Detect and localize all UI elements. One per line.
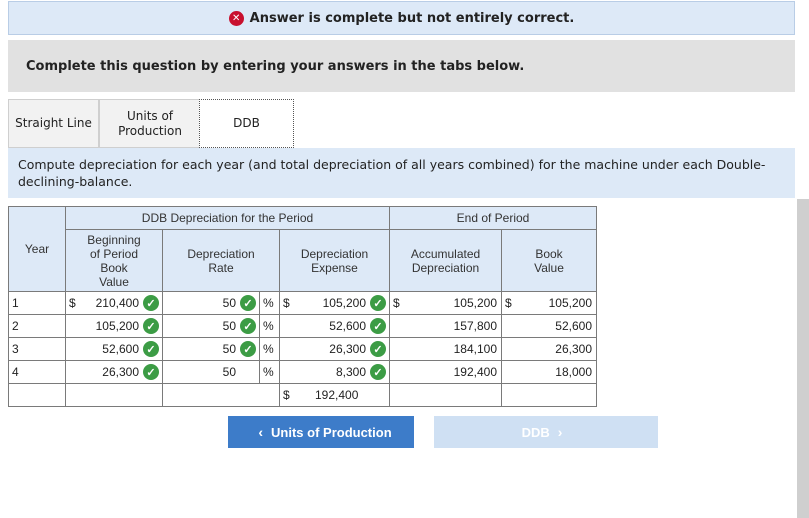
- correct-check-icon: ✓: [143, 318, 159, 334]
- accumulated-cell: 157,800: [389, 314, 502, 338]
- correct-check-icon: ✓: [370, 295, 386, 311]
- header-year: Year: [8, 206, 66, 292]
- tab-ddb[interactable]: DDB: [199, 99, 294, 148]
- tab-units-of-production-label: Units of Production: [118, 108, 182, 138]
- instruction-bar: Complete this question by entering your …: [8, 40, 795, 92]
- prev-tab-label: Units of Production: [271, 424, 392, 440]
- total-blank: [389, 383, 502, 407]
- total-row: $192,400: [8, 383, 597, 407]
- total-expense-input[interactable]: $192,400: [279, 383, 390, 407]
- header-depreciation-rate: Depreciation Rate: [162, 229, 280, 292]
- year-cell: 4: [8, 360, 66, 384]
- table-row: 1 $210,400 ✓ 50 ✓% $105,200 ✓ $105,200 $105…: [8, 291, 597, 315]
- header-book-value: Book Value: [501, 229, 597, 292]
- beginning-input[interactable]: 52,600 ✓: [65, 337, 163, 361]
- book-value-cell: 26,300: [501, 337, 597, 361]
- tab-units-of-production[interactable]: Units of Production: [99, 99, 201, 148]
- expense-input[interactable]: 52,600 ✓: [279, 314, 390, 338]
- total-blank: [501, 383, 597, 407]
- accumulated-cell: 184,100: [389, 337, 502, 361]
- header-beginning-book-value: Beginning of Period Book Value: [65, 229, 163, 292]
- question-prompt-text: Compute depreciation for each year (and …: [18, 157, 766, 189]
- rate-input[interactable]: 50✓%: [162, 337, 280, 361]
- table-row: 4 26,300✓ 50✓% 8,300✓ 192,400 18,000: [8, 360, 597, 384]
- beginning-input[interactable]: 105,200 ✓: [65, 314, 163, 338]
- next-tab-button[interactable]: DDB ›: [434, 416, 658, 448]
- table-row: 3 52,600 ✓ 50 ✓% 26,300 ✓ 184,100 26,300: [8, 337, 597, 361]
- header-end-of-period: End of Period: [389, 206, 597, 230]
- expense-input[interactable]: $105,200 ✓: [279, 291, 390, 315]
- year-cell: 3: [8, 337, 66, 361]
- result-banner: ✕ Answer is complete but not entirely co…: [8, 1, 795, 35]
- correct-check-icon: ✓: [370, 318, 386, 334]
- tab-straight-line-label: Straight Line: [15, 116, 92, 130]
- total-blank: [8, 383, 66, 407]
- next-tab-label: DDB: [521, 424, 550, 440]
- rate-input[interactable]: 50✓%: [162, 360, 280, 384]
- book-value-cell: 18,000: [501, 360, 597, 384]
- correct-check-icon: ✓: [143, 295, 159, 311]
- chevron-right-icon: ›: [557, 424, 563, 440]
- instruction-text: Complete this question by entering your …: [26, 58, 525, 74]
- result-banner-text: Answer is complete but not entirely corr…: [249, 10, 575, 26]
- header-depreciation-expense: Depreciation Expense: [279, 229, 390, 292]
- header-accumulated-depreciation: Accumulated Depreciation: [389, 229, 502, 292]
- expense-input[interactable]: 26,300 ✓: [279, 337, 390, 361]
- accumulated-cell: 192,400: [389, 360, 502, 384]
- year-cell: 1: [8, 291, 66, 315]
- tab-ddb-label: DDB: [233, 116, 260, 130]
- correct-check-icon: ✓: [143, 341, 159, 357]
- rate-input[interactable]: 50✓%: [162, 314, 280, 338]
- ddb-depreciation-table: Year DDB Depreciation for the Period End…: [8, 206, 597, 407]
- book-value-cell: $105,200: [501, 291, 597, 315]
- expense-input[interactable]: 8,300 ✓: [279, 360, 390, 384]
- question-prompt: Compute depreciation for each year (and …: [8, 148, 795, 198]
- table-row: 2 105,200 ✓ 50 ✓% 52,600 ✓ 157,800 52,600: [8, 314, 597, 338]
- beginning-input[interactable]: 26,300 ✓: [65, 360, 163, 384]
- x-circle-icon: ✕: [228, 10, 244, 26]
- book-value-cell: 52,600: [501, 314, 597, 338]
- year-cell: 2: [8, 314, 66, 338]
- correct-check-icon: ✓: [143, 364, 159, 380]
- correct-check-icon: ✓: [240, 341, 256, 357]
- total-blank: [65, 383, 163, 407]
- correct-check-icon: ✓: [370, 341, 386, 357]
- correct-check-icon: ✓: [370, 364, 386, 380]
- tab-straight-line[interactable]: Straight Line: [8, 99, 99, 148]
- correct-check-icon: ✓: [240, 318, 256, 334]
- scrollbar[interactable]: [797, 199, 809, 518]
- header-ddb-period: DDB Depreciation for the Period: [65, 206, 390, 230]
- prev-tab-button[interactable]: ‹ Units of Production: [228, 416, 414, 448]
- correct-check-icon: ✓: [240, 295, 256, 311]
- chevron-left-icon: ‹: [258, 424, 264, 440]
- total-blank: [162, 383, 280, 407]
- accumulated-cell: $105,200: [389, 291, 502, 315]
- rate-input[interactable]: 50✓%: [162, 291, 280, 315]
- beginning-input[interactable]: $210,400 ✓: [65, 291, 163, 315]
